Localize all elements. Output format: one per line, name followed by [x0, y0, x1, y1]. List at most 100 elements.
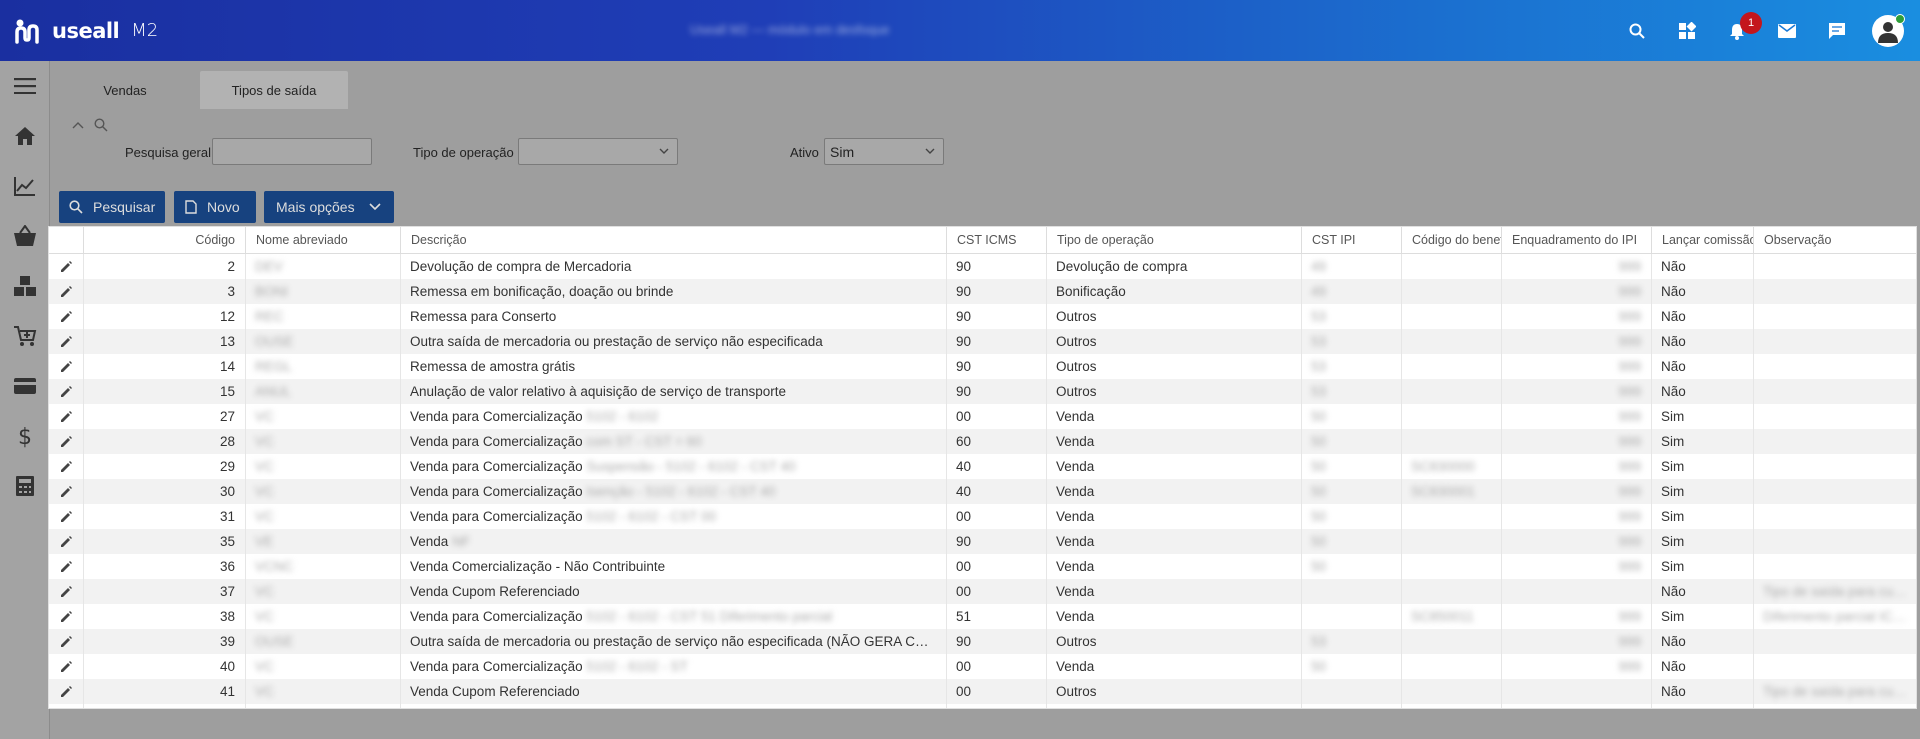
mail-button[interactable] [1762, 0, 1812, 61]
table-row[interactable]: 30 VC Venda para Comercialização Isenção -… [49, 479, 1916, 504]
tab-vendas[interactable]: Vendas [75, 71, 175, 109]
cell-codigo: 31 [219, 509, 235, 524]
descricao-text: Venda para Comercialização [410, 484, 583, 499]
search-button[interactable] [1612, 0, 1662, 61]
new-button[interactable]: Novo [174, 191, 256, 223]
app-logo[interactable]: useall M2 [14, 18, 158, 44]
apps-button[interactable] [1662, 0, 1712, 61]
cell-enquadramento-ipi: 999 [1618, 509, 1641, 524]
cell-observacao [1753, 479, 1918, 504]
col-nome-abreviado[interactable]: Nome abreviado [245, 227, 400, 254]
tab-label: Vendas [103, 82, 147, 98]
col-descricao[interactable]: Descrição [400, 227, 946, 254]
table-row[interactable]: 31 VC Venda para Comercialização 5102 - 61… [49, 504, 1916, 529]
descricao-text: Venda para Comercialização [410, 659, 583, 674]
sidebar-item-sales[interactable] [0, 211, 50, 261]
sidebar-item-payments[interactable] [0, 361, 50, 411]
chat-button[interactable] [1812, 0, 1862, 61]
table-row[interactable]: 38 VC Venda para Comercialização 5102 - 61… [49, 604, 1916, 629]
sidebar-item-home[interactable] [0, 111, 50, 161]
cell-cst-icms: 00 [956, 559, 972, 574]
active-select[interactable]: Sim [824, 138, 944, 165]
descricao-text: Remessa para Conserto [410, 309, 557, 324]
cell-tipo-operacao: Outros [1056, 309, 1097, 324]
edit-icon[interactable] [59, 510, 73, 527]
table-row[interactable]: 12 REC Remessa para Conserto 90 Outros 53 999… [49, 304, 1916, 329]
edit-icon[interactable] [59, 435, 73, 452]
table-row[interactable]: 39 OUSE Outra saída de mercadoria ou prest… [49, 629, 1916, 654]
edit-icon[interactable] [59, 310, 73, 327]
cell-codigo: 40 [219, 659, 235, 674]
cell-descricao: Venda NF [400, 529, 946, 554]
cell-descricao: Venda para Comercialização 5102 - 6102 [400, 404, 946, 429]
table-row[interactable]: 3 BONI Remessa em bonificação, doação ou b… [49, 279, 1916, 304]
cell-observacao [1753, 254, 1918, 279]
sidebar-item-purchases[interactable] [0, 311, 50, 361]
col-enquadramento-ipi[interactable]: Enquadramento do IPI [1501, 227, 1651, 254]
edit-icon[interactable] [59, 610, 73, 627]
edit-icon[interactable] [59, 485, 73, 502]
edit-icon[interactable] [59, 410, 73, 427]
operation-type-select[interactable] [518, 138, 678, 165]
active-label: Ativo [790, 145, 819, 160]
table-row[interactable]: 40 VC Venda para Comercialização 5102 - 61… [49, 654, 1916, 679]
table-row[interactable]: 13 OUSE Outra saída de mercadoria ou prest… [49, 329, 1916, 354]
table-row[interactable]: 29 VC Venda para Comercialização Suspensão… [49, 454, 1916, 479]
col-cst-icms[interactable]: CST ICMS [946, 227, 1046, 254]
cell-tipo-operacao: Bonificação [1056, 284, 1126, 299]
cell-nome-abreviado: OUSE [255, 634, 294, 649]
table-row[interactable]: 37 VC Venda Cupom Referenciado 00 Venda Não T… [49, 579, 1918, 604]
col-observacao[interactable]: Observação [1753, 227, 1918, 254]
descricao-text: Remessa de amostra grátis [410, 359, 576, 374]
cell-codigo: 13 [219, 334, 235, 349]
edit-icon[interactable] [59, 635, 73, 652]
more-options-button[interactable]: Mais opções [264, 191, 394, 223]
cell-cst-icms: 00 [956, 659, 972, 674]
edit-icon[interactable] [59, 260, 73, 277]
edit-icon[interactable] [59, 560, 73, 577]
edit-icon[interactable] [59, 285, 73, 302]
col-codigo-beneficio[interactable]: Código do benef [1401, 227, 1501, 254]
table-row[interactable]: 41 VC Venda Cupom Referenciado 00 Outros Não… [49, 679, 1918, 704]
menu-toggle[interactable] [0, 61, 50, 111]
table-row[interactable]: 27 VC Venda para Comercialização 5102 - 61… [49, 404, 1916, 429]
col-tipo-operacao[interactable]: Tipo de operação [1046, 227, 1301, 254]
notifications-button[interactable]: 1 [1712, 0, 1762, 61]
table-row[interactable]: 15 ANUL Anulação de valor relativo à aquis… [49, 379, 1916, 404]
sidebar-item-finance[interactable]: $ [0, 411, 50, 461]
table-row[interactable]: 35 VE Venda NF 90 Venda 50 999 Sim [49, 529, 1916, 554]
filters-toggle[interactable] [72, 118, 108, 132]
cell-cst-icms: 90 [956, 309, 972, 324]
table-row[interactable]: 14 REGL Remessa de amostra grátis 90 Outros… [49, 354, 1916, 379]
edit-icon[interactable] [59, 660, 73, 677]
sidebar-item-accounting[interactable] [0, 461, 50, 511]
col-lancar-comissao[interactable]: Lançar comissão [1651, 227, 1753, 254]
cell-codigo: 38 [219, 609, 235, 624]
edit-icon[interactable] [59, 335, 73, 352]
col-cst-ipi[interactable]: CST IPI [1301, 227, 1401, 254]
edit-icon[interactable] [59, 460, 73, 477]
descricao-extra: Suspensão - 5102 - 6102 - CST 40 [586, 459, 796, 474]
cell-codigo-beneficio [1401, 379, 1501, 404]
general-search-input[interactable] [212, 138, 372, 165]
edit-icon[interactable] [59, 360, 73, 377]
descricao-extra: 5102 - 6102 [586, 409, 659, 424]
user-avatar[interactable] [1872, 13, 1905, 47]
chat-icon [1829, 22, 1845, 39]
sidebar-item-stock[interactable] [0, 261, 50, 311]
search-button[interactable]: Pesquisar [59, 191, 165, 223]
edit-icon[interactable] [59, 385, 73, 402]
table-row[interactable]: 36 VCNC Venda Comercialização - Não Contri… [49, 554, 1916, 579]
edit-icon[interactable] [59, 685, 73, 702]
edit-icon[interactable] [59, 585, 73, 602]
col-codigo[interactable]: Código [83, 227, 245, 254]
cell-descricao: Anulação de valor relativo à aquisição d… [400, 379, 946, 404]
cell-descricao: Venda para Comercialização 5102 - 6102 -… [400, 504, 946, 529]
descricao-text: Venda para Comercialização [410, 509, 583, 524]
table-row[interactable]: 2 DEV Devolução de compra de Mercadoria 90… [49, 254, 1916, 279]
table-row[interactable]: 28 VC Venda para Comercialização com ST - … [49, 429, 1916, 454]
cell-codigo: 41 [219, 684, 235, 699]
sidebar-item-charts[interactable] [0, 161, 50, 211]
edit-icon[interactable] [59, 535, 73, 552]
tab-tipos-de-saida[interactable]: Tipos de saída [200, 71, 348, 109]
